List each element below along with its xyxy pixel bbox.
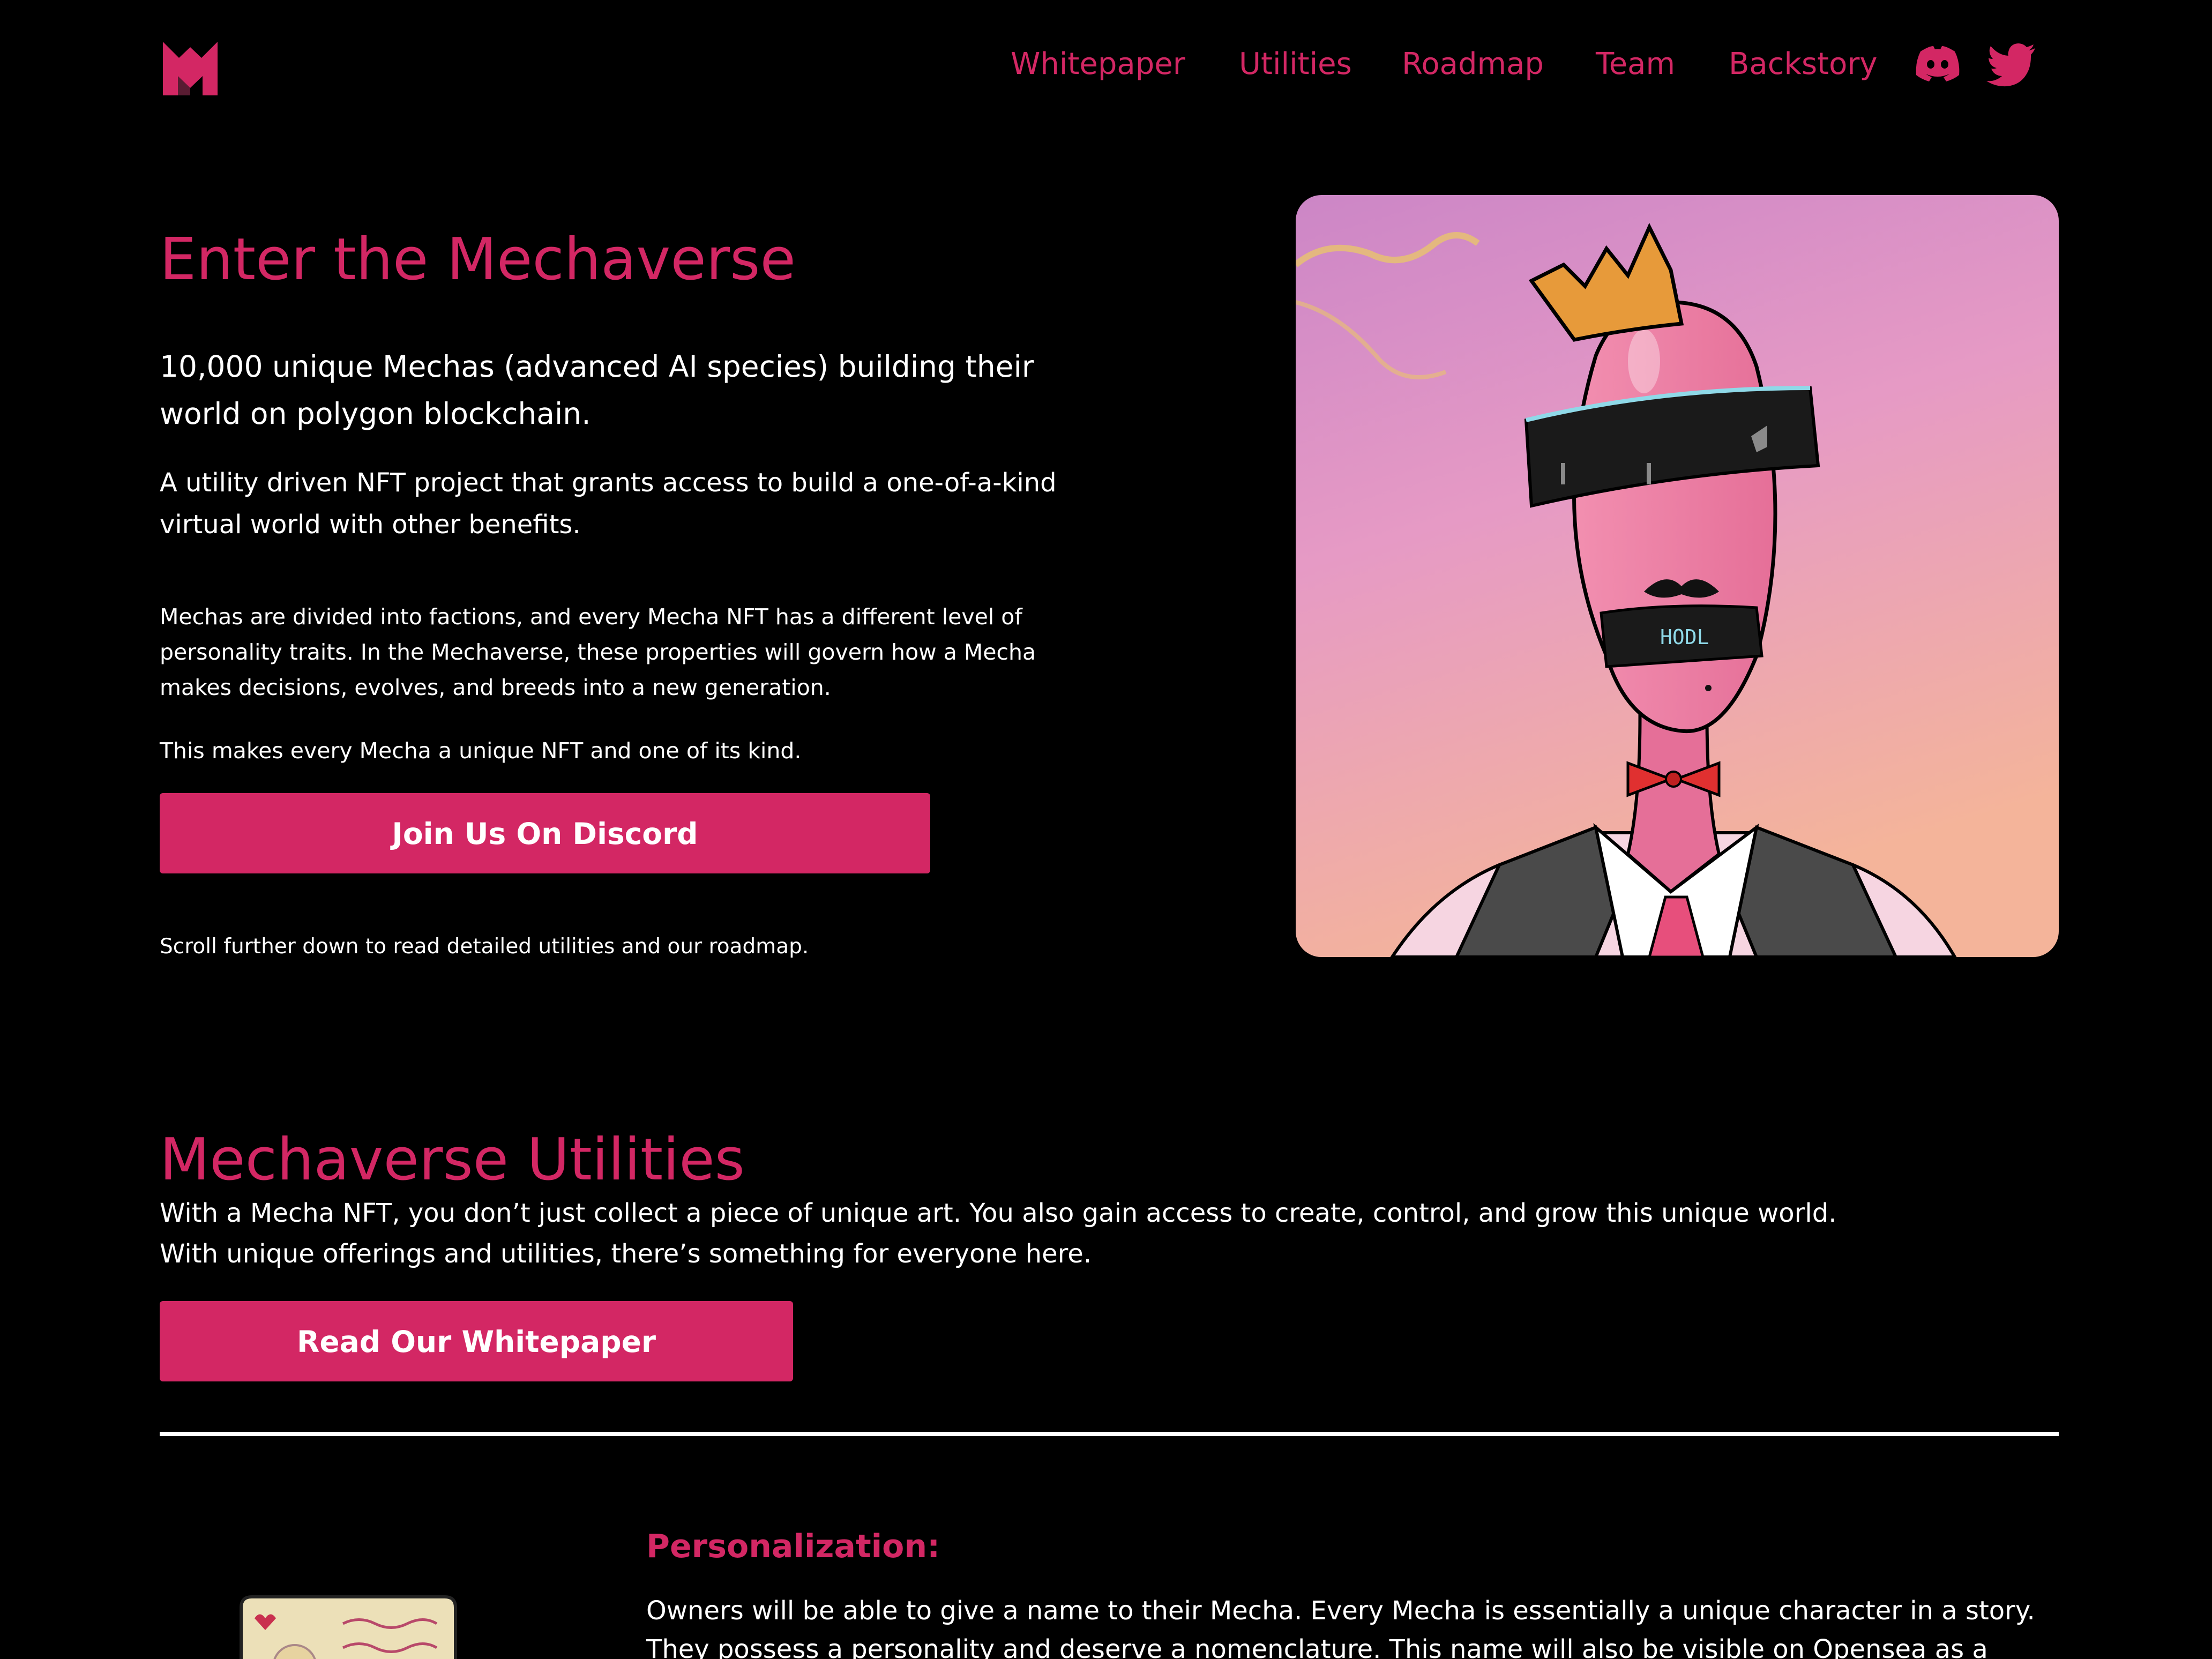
- nav-link-team[interactable]: Team: [1596, 43, 1675, 86]
- feature-text: Owners will be able to give a name to th…: [646, 1596, 2035, 1659]
- scroll-note: Scroll further down to read detailed uti…: [160, 935, 809, 959]
- join-discord-button[interactable]: Join Us On Discord: [160, 793, 930, 873]
- twitter-icon[interactable]: [1985, 36, 2038, 90]
- utilities-desc-line1: With a Mecha NFT, you don’t just collect…: [160, 1198, 1837, 1228]
- hero-lead: 10,000 unique Mechas (advanced AI specie…: [160, 349, 1034, 431]
- hero-title: Enter the Mechaverse: [160, 226, 796, 293]
- section-divider: [160, 1432, 2059, 1436]
- read-whitepaper-button[interactable]: Read Our Whitepaper: [160, 1301, 793, 1381]
- nav-link-roadmap[interactable]: Roadmap: [1402, 43, 1544, 86]
- feature-title: Personalization:: [646, 1528, 940, 1565]
- utilities-title: Mechaverse Utilities: [160, 1126, 745, 1193]
- utilities-description: With a Mecha NFT, you don’t just collect…: [160, 1193, 2067, 1274]
- discord-icon[interactable]: [1911, 36, 1964, 90]
- main-nav: Whitepaper Utilities Roadmap Team Backst…: [0, 43, 2212, 86]
- utilities-desc-line2: With unique offerings and utilities, the…: [160, 1239, 1092, 1269]
- visor-hodl-text: HODL: [1660, 625, 1709, 649]
- hero-uniqueness-note: This makes every Mecha a unique NFT and …: [160, 738, 802, 764]
- hero-description: Mechas are divided into factions, and ev…: [160, 604, 1036, 700]
- mecha-hero-image: HODL: [1296, 195, 2059, 957]
- nav-link-utilities[interactable]: Utilities: [1239, 43, 1352, 86]
- hero-subtitle: A utility driven NFT project that grants…: [160, 468, 1057, 540]
- nav-link-backstory[interactable]: Backstory: [1729, 43, 1878, 86]
- name-card-illustration: [230, 1586, 461, 1659]
- nav-link-whitepaper[interactable]: Whitepaper: [1011, 43, 1185, 86]
